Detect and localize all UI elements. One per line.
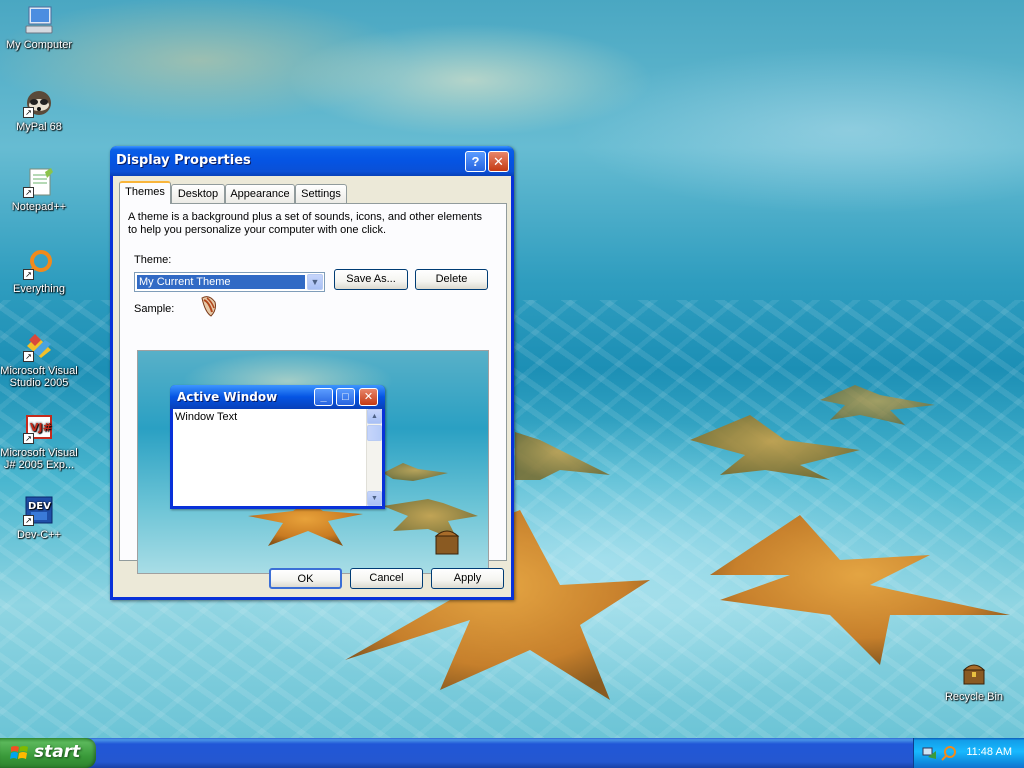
sample-label: Sample: xyxy=(134,303,175,315)
dialog-title: Display Properties xyxy=(116,153,251,168)
shortcut-arrow-icon: ↗ xyxy=(23,107,34,118)
dev-cpp-icon: DEV ↗ xyxy=(23,494,55,526)
shortcut-arrow-icon: ↗ xyxy=(23,269,34,280)
desktop-icon-label: My Computer xyxy=(5,39,73,51)
sample-scrollbar: ▲ ▼ xyxy=(366,409,382,506)
desktop-icon-label: MyPal 68 xyxy=(16,121,62,133)
sample-starfish-3 xyxy=(383,463,448,481)
sample-window-text: Window Text xyxy=(175,411,238,423)
sample-active-window: Active Window _ □ ✕ Window Text ▲ ▼ xyxy=(170,385,385,509)
chevron-down-icon[interactable]: ▼ xyxy=(307,274,323,290)
shortcut-arrow-icon: ↗ xyxy=(23,351,34,362)
save-as-button[interactable]: Save As... xyxy=(334,269,408,290)
clock[interactable]: 11:48 AM xyxy=(966,746,1012,758)
everything-search-icon: ↗ xyxy=(23,248,55,280)
scroll-thumb xyxy=(367,425,382,441)
desktop-icon-everything[interactable]: ↗ Everything xyxy=(0,248,78,295)
desktop-icon-label: Microsoft Visual J# 2005 Exp... xyxy=(0,447,78,471)
tab-desktop[interactable]: Desktop xyxy=(171,184,225,203)
starfish-middle xyxy=(690,415,860,480)
theme-sample-preview: Active Window _ □ ✕ Window Text ▲ ▼ xyxy=(137,350,489,574)
desktop-icon-my-computer[interactable]: My Computer xyxy=(0,4,78,51)
starfish-near-dialog xyxy=(515,432,610,480)
taskbar: start 11:48 AM xyxy=(0,738,1024,768)
delete-button[interactable]: Delete xyxy=(415,269,488,290)
close-button[interactable]: ✕ xyxy=(488,151,509,172)
shortcut-arrow-icon: ↗ xyxy=(23,187,34,198)
treasure-chest-icon xyxy=(958,656,990,688)
start-label: start xyxy=(34,742,81,762)
starfish-far-right xyxy=(820,385,935,425)
sample-window-client: Window Text ▲ ▼ xyxy=(173,409,382,506)
computer-icon xyxy=(23,4,55,36)
minimize-icon: _ xyxy=(314,388,333,406)
desktop-icon-notepadpp[interactable]: ↗ Notepad++ xyxy=(0,166,78,213)
apply-button[interactable]: Apply xyxy=(431,568,504,589)
scroll-up-icon: ▲ xyxy=(367,409,382,424)
desktop-icon-devcpp[interactable]: DEV ↗ Dev-C++ xyxy=(0,494,78,541)
scroll-down-icon: ▼ xyxy=(367,491,382,506)
notepadpp-icon: ↗ xyxy=(23,166,55,198)
shortcut-arrow-icon: ↗ xyxy=(23,433,34,444)
desktop-icon-recycle-bin[interactable]: Recycle Bin xyxy=(935,656,1013,703)
sample-window-title: Active Window xyxy=(177,390,278,404)
desktop-icon-label: Dev-C++ xyxy=(16,529,62,541)
start-button[interactable]: start xyxy=(0,738,96,768)
shortcut-arrow-icon: ↗ xyxy=(23,515,34,526)
desktop-icon-label: Recycle Bin xyxy=(944,691,1004,703)
dialog-body: Themes Desktop Appearance Settings A the… xyxy=(113,176,511,597)
raccoon-icon: ↗ xyxy=(23,86,55,118)
sample-chest xyxy=(435,535,459,555)
maximize-icon: □ xyxy=(336,388,355,406)
windows-logo-icon xyxy=(10,746,28,759)
desktop-icon-label: Microsoft Visual Studio 2005 xyxy=(0,365,78,389)
help-button[interactable]: ? xyxy=(465,151,486,172)
network-tray-icon[interactable] xyxy=(922,745,938,761)
visual-studio-icon: ↗ xyxy=(23,330,55,362)
sample-starfish-2 xyxy=(383,499,478,541)
tab-themes[interactable]: Themes xyxy=(119,181,171,204)
desktop-icon-msvs2005[interactable]: ↗ Microsoft Visual Studio 2005 xyxy=(0,330,78,389)
starfish-right xyxy=(710,515,1010,665)
dialog-titlebar[interactable]: Display Properties ? ✕ xyxy=(110,146,514,176)
themes-description: A theme is a background plus a set of so… xyxy=(128,211,483,236)
desktop-icon-label: Everything xyxy=(13,283,65,295)
desktop-icon-mypal[interactable]: ↗ MyPal 68 xyxy=(0,86,78,133)
close-icon: ✕ xyxy=(359,388,378,406)
theme-select-value: My Current Theme xyxy=(136,274,306,290)
system-tray: 11:48 AM xyxy=(913,738,1024,768)
theme-label: Theme: xyxy=(134,254,172,266)
desktop-icon-msvj2005[interactable]: VJ# ↗ Microsoft Visual J# 2005 Exp... xyxy=(0,412,78,471)
tab-settings[interactable]: Settings xyxy=(295,184,347,203)
ok-button[interactable]: OK xyxy=(269,568,342,589)
svg-text:DEV: DEV xyxy=(28,501,51,512)
visual-jsharp-icon: VJ# ↗ xyxy=(23,412,55,444)
sample-window-titlebar: Active Window _ □ ✕ xyxy=(170,385,385,409)
desktop-icon-label: Notepad++ xyxy=(11,201,67,213)
seashell-cursor-icon xyxy=(201,296,216,317)
display-properties-dialog: Display Properties ? ✕ Themes Desktop Ap… xyxy=(110,146,514,600)
cancel-button[interactable]: Cancel xyxy=(350,568,423,589)
theme-select[interactable]: My Current Theme ▼ xyxy=(134,272,325,292)
tab-appearance[interactable]: Appearance xyxy=(225,184,295,203)
search-tray-icon[interactable] xyxy=(941,745,957,761)
